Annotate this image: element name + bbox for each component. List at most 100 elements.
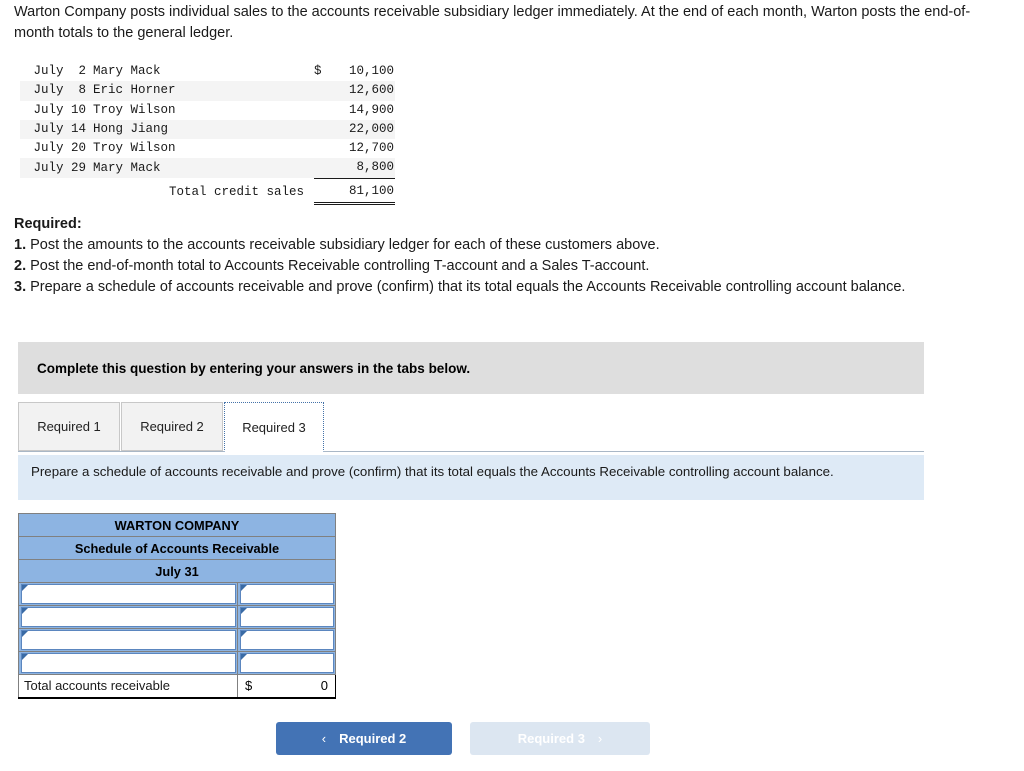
required-item-3: 3. Prepare a schedule of accounts receiv… — [14, 277, 994, 298]
table-row: July 10 Troy Wilson 14,900 — [20, 101, 395, 120]
row-date: July 8 — [20, 81, 93, 101]
row-amount: 12,700 — [348, 141, 394, 156]
credit-sales-body: July 2 Mary Mack $ 10,100 July 8 Eric Ho… — [20, 62, 395, 206]
required-item-3-text: Prepare a schedule of accounts receivabl… — [26, 279, 906, 295]
schedule-entry-row — [18, 605, 336, 629]
total-spacer — [20, 178, 93, 203]
required-item-2-number: 2. — [14, 258, 27, 274]
tab-required-1-label: Required 1 — [37, 419, 101, 434]
entry-name-cell-1 — [18, 582, 238, 606]
row-date: July 20 — [33, 141, 86, 156]
table-row: July 14 Hong Jiang 22,000 — [20, 119, 395, 140]
entry-amount-cell-1 — [237, 582, 336, 606]
schedule-title-row-1: WARTON COMPANY — [18, 513, 336, 537]
row-currency — [314, 158, 328, 179]
schedule-total-row: Total accounts receivable $ 0 — [18, 674, 336, 699]
row-currency — [314, 139, 328, 158]
row-date: July 10 — [33, 102, 86, 117]
row-date: July 2 — [33, 64, 86, 78]
chevron-left-icon: ‹ — [321, 731, 327, 746]
row-amount: 12,600 — [328, 81, 395, 101]
tab-prompt-text: Prepare a schedule of accounts receivabl… — [31, 464, 834, 479]
row-date: July 14 — [20, 119, 93, 140]
schedule-company-name: WARTON COMPANY — [18, 513, 336, 537]
row-amount: 22,000 — [328, 119, 395, 140]
required-item-1-text: Post the amounts to the accounts receiva… — [26, 237, 660, 253]
table-row: July 20 Troy Wilson 12,700 — [20, 139, 395, 158]
account-amount-input-2[interactable] — [240, 607, 334, 627]
row-customer: Mary Mack — [93, 158, 314, 179]
row-customer: Troy Wilson — [93, 102, 176, 117]
total-currency — [314, 178, 328, 206]
schedule-entry-row — [18, 651, 336, 675]
intro-paragraph: Warton Company posts individual sales to… — [14, 4, 971, 41]
entry-amount-cell-4 — [237, 651, 336, 675]
row-currency: $ — [314, 64, 322, 78]
schedule-total-amount: 0 — [320, 678, 328, 693]
required-heading-text: Required: — [14, 216, 82, 232]
row-currency — [314, 101, 328, 120]
required-item-1: 1. Post the amounts to the accounts rece… — [14, 235, 994, 256]
row-customer: Troy Wilson — [93, 141, 176, 156]
entry-name-cell-2 — [18, 605, 238, 629]
required-item-2-text: Post the end-of-month total to Accounts … — [26, 258, 650, 274]
row-customer: Mary Mack — [93, 64, 161, 78]
required-section: Required: 1. Post the amounts to the acc… — [14, 214, 994, 298]
previous-required-2-button[interactable]: ‹ Required 2 — [276, 722, 452, 755]
required-item-1-number: 1. — [14, 237, 27, 253]
next-required-3-button[interactable]: Required 3 › — [470, 722, 650, 755]
tab-required-3-label: Required 3 — [242, 419, 306, 435]
schedule-date: July 31 — [18, 559, 336, 583]
tab-required-3[interactable]: Required 3 — [224, 402, 324, 452]
instruction-banner: Complete this question by entering your … — [18, 342, 924, 394]
entry-amount-cell-2 — [237, 605, 336, 629]
total-amount: 81,100 — [328, 178, 395, 206]
account-amount-input-4[interactable] — [240, 653, 334, 673]
schedule-total-currency: $ — [245, 678, 253, 693]
schedule-of-accounts-receivable-table: WARTON COMPANY Schedule of Accounts Rece… — [18, 513, 336, 699]
account-name-input-4[interactable] — [21, 653, 236, 673]
account-amount-input-1[interactable] — [240, 584, 334, 604]
schedule-total-value-cell: $ 0 — [237, 674, 336, 699]
account-name-input-1[interactable] — [21, 584, 236, 604]
row-customer: Hong Jiang — [93, 119, 314, 140]
navigation-buttons: ‹ Required 2 Required 3 › — [276, 722, 776, 755]
instruction-banner-text: Complete this question by entering your … — [37, 360, 471, 376]
tab-required-2-label: Required 2 — [140, 419, 204, 434]
schedule-title-row-3: July 31 — [18, 559, 336, 583]
tab-bar: Required 1 Required 2 Required 3 — [18, 402, 924, 452]
previous-button-label: Required 2 — [339, 731, 407, 746]
total-label: Total credit sales — [168, 184, 304, 199]
next-button-label: Required 3 — [517, 731, 585, 746]
schedule-entry-row — [18, 582, 336, 606]
row-currency — [314, 119, 328, 140]
tab-prompt-panel: Prepare a schedule of accounts receivabl… — [18, 455, 924, 500]
credit-sales-table: July 2 Mary Mack $ 10,100 July 8 Eric Ho… — [20, 62, 395, 206]
row-currency — [314, 81, 328, 101]
schedule-total-label: Total accounts receivable — [18, 674, 238, 699]
row-amount: 8,800 — [328, 158, 395, 179]
required-heading: Required: — [14, 214, 994, 235]
entry-name-cell-3 — [18, 628, 238, 652]
table-row: July 29 Mary Mack 8,800 — [20, 158, 395, 179]
total-row: Total credit sales 81,100 — [20, 178, 395, 206]
account-name-input-2[interactable] — [21, 607, 236, 627]
schedule-body: WARTON COMPANY Schedule of Accounts Rece… — [18, 513, 336, 699]
table-row: July 8 Eric Horner 12,600 — [20, 81, 395, 101]
tab-required-2[interactable]: Required 2 — [121, 402, 223, 451]
entry-name-cell-4 — [18, 651, 238, 675]
chevron-right-icon: › — [597, 731, 603, 746]
tab-required-1[interactable]: Required 1 — [18, 402, 120, 451]
account-name-input-3[interactable] — [21, 630, 236, 650]
entry-amount-cell-3 — [237, 628, 336, 652]
required-item-3-number: 3. — [14, 279, 27, 295]
row-amount: 10,100 — [348, 64, 394, 78]
row-date: July 29 — [20, 158, 93, 179]
required-item-2: 2. Post the end-of-month total to Accoun… — [14, 256, 994, 277]
row-amount: 14,900 — [348, 102, 394, 117]
table-row: July 2 Mary Mack $ 10,100 — [20, 62, 395, 81]
row-customer: Eric Horner — [93, 81, 314, 101]
account-amount-input-3[interactable] — [240, 630, 334, 650]
schedule-entry-row — [18, 628, 336, 652]
schedule-subtitle: Schedule of Accounts Receivable — [18, 536, 336, 560]
